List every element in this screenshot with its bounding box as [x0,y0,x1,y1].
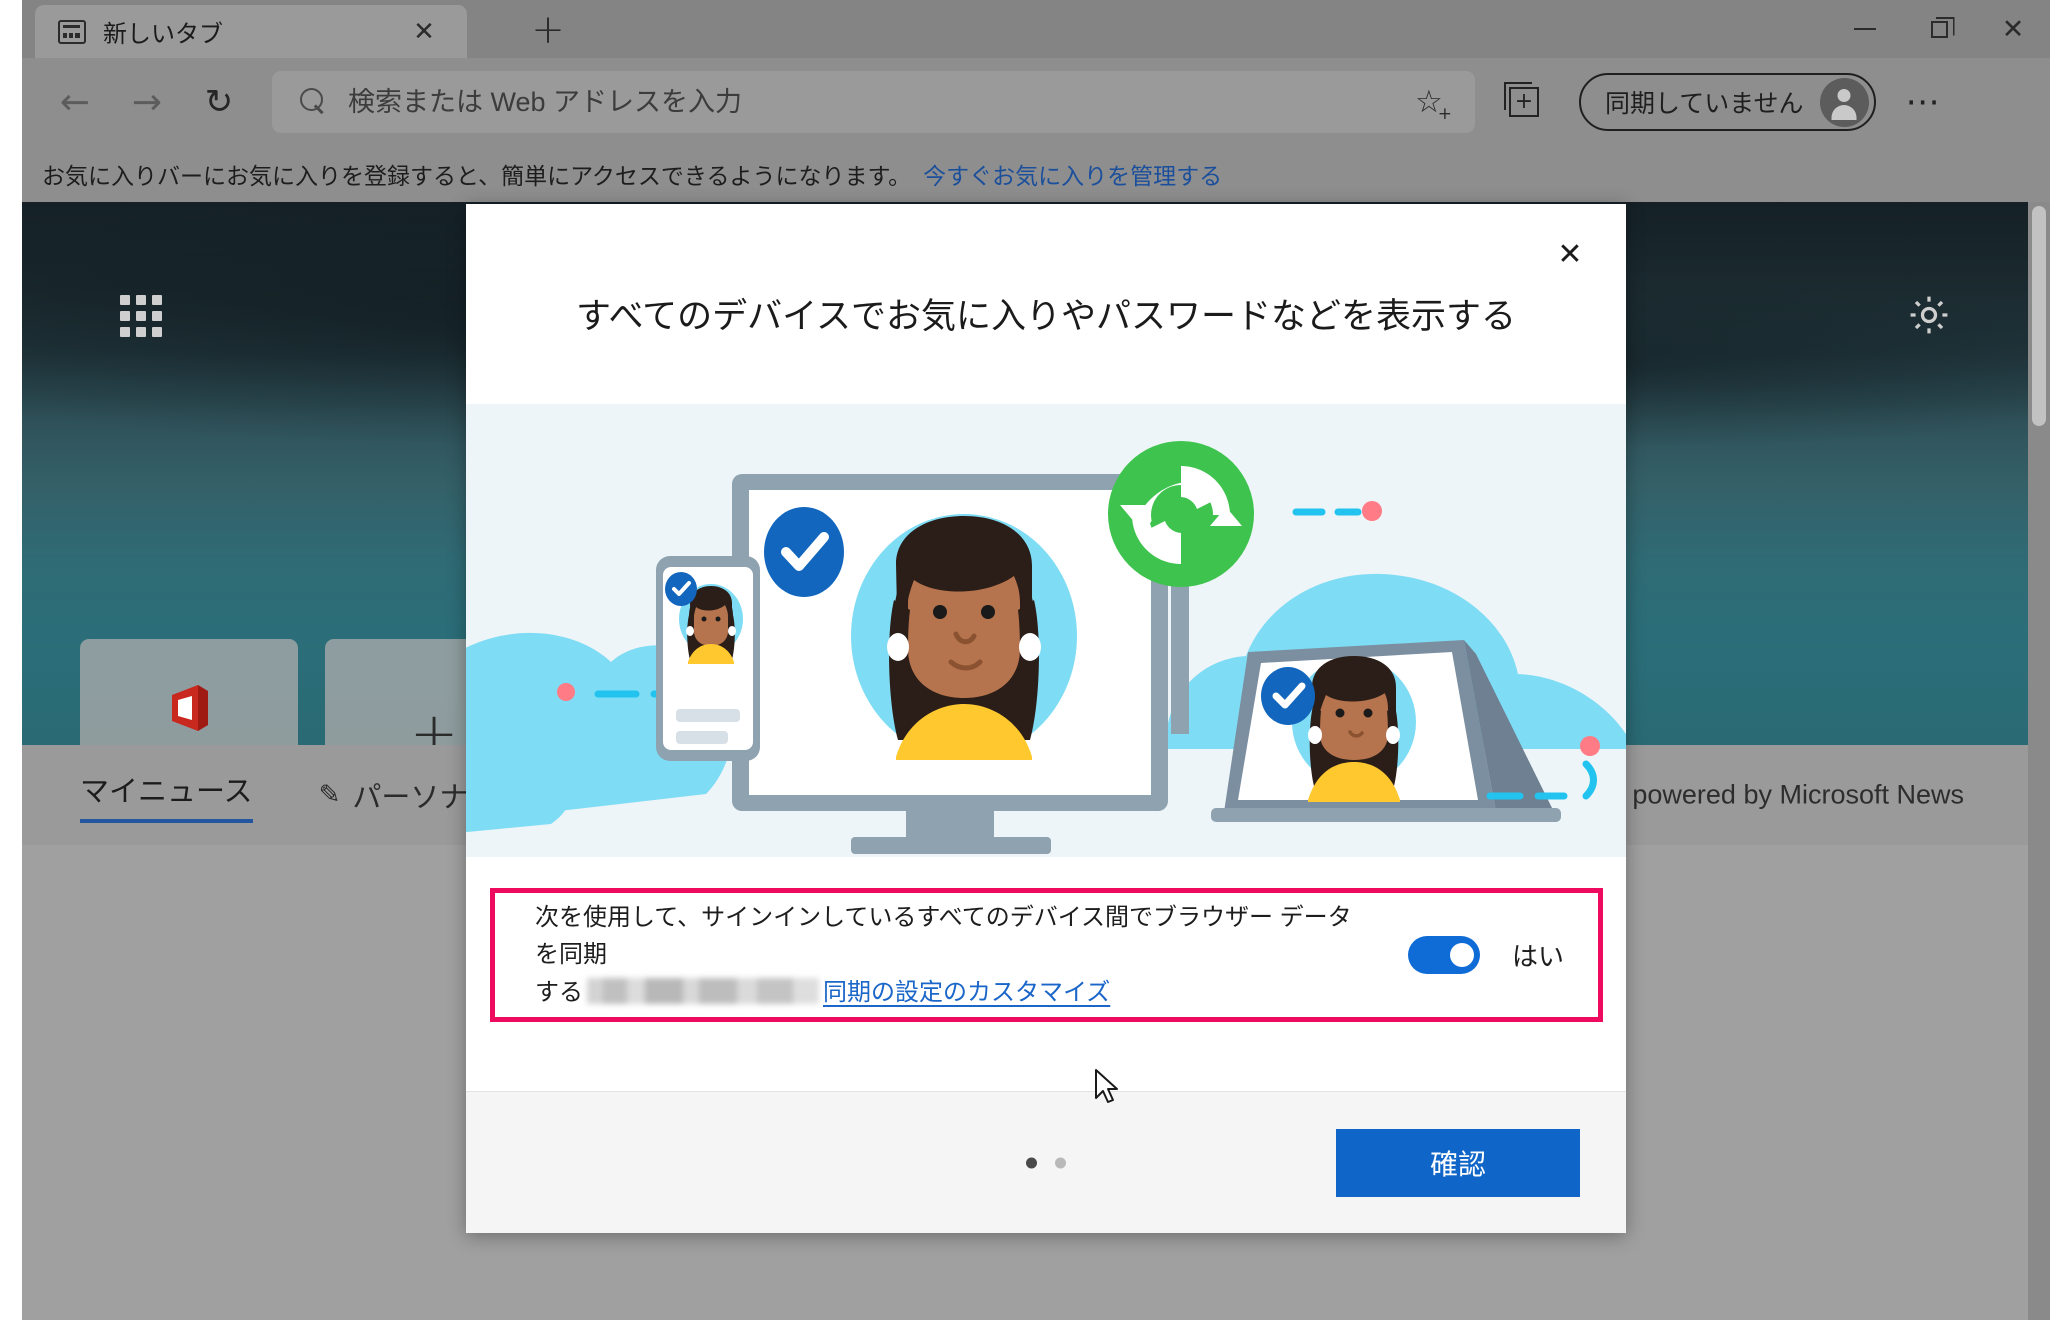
browser-toolbar: ← → ↻ ☆+ ☆ 同期していません ⋯ [22,58,2050,260]
title-bar: 新しいタブ ✕ + ✕ [22,0,2050,58]
collections-icon [1509,87,1539,117]
confirm-button[interactable]: 確認 [1336,1128,1580,1197]
restore-icon [1930,20,1948,38]
pencil-icon: ✎ [318,780,341,810]
close-icon[interactable]: ✕ [1546,230,1594,278]
profile-button[interactable]: 同期していません [1579,73,1876,131]
browser-tab[interactable]: 新しいタブ ✕ [35,5,467,58]
sync-devices-illustration [466,404,1626,857]
new-tab-button[interactable]: + [527,10,569,52]
sync-description-line2-prefix: する [535,978,583,1006]
favorites-bar-message: お気に入りバーにお気に入りを登録すると、簡単にアクセスできるようになります。 [42,163,912,189]
favorites-bar: お気に入りバーにお気に入りを登録すると、簡単にアクセスできるようになります。 今… [22,146,2050,202]
more-settings-button[interactable]: ⋯ [1896,74,1952,130]
close-icon[interactable]: ✕ [411,19,437,45]
dialog-footer: 確認 [466,1091,1626,1233]
back-button[interactable]: ← [44,71,106,133]
add-favorite-star-icon[interactable]: ☆ + [1415,85,1452,123]
page-dots [1026,1157,1066,1168]
gear-icon[interactable] [1906,292,1952,338]
search-input[interactable] [348,86,1415,118]
sync-toggle[interactable] [1408,936,1480,974]
window-close-button[interactable]: ✕ [1976,0,2050,58]
profile-status-label: 同期していません [1605,90,1804,118]
search-icon [300,88,328,116]
page-dot-2[interactable] [1055,1157,1066,1168]
screenshot-root: 新しいタブ ✕ + ✕ ← → ↻ ☆ [0,0,2050,1342]
reload-button[interactable]: ↻ [188,71,250,133]
sync-setup-dialog: ✕ すべてのデバイスでお気に入りやパスワードなどを表示する 次を使用して、サイン… [466,204,1626,1233]
maximize-button[interactable] [1902,0,1976,58]
powered-by-label: powered by Microsoft News [1632,779,1964,810]
window-controls: ✕ [1828,0,2050,58]
scrollbar-thumb[interactable] [2032,206,2046,426]
newtab-icon [58,19,86,44]
sync-toggle-label: はい [1511,941,1564,972]
page-scrollbar[interactable] [2028,202,2050,1320]
page-dot-1[interactable] [1026,1157,1037,1168]
sync-description: 次を使用して、サインインしているすべてのデバイス間でブラウザー データを同期 す… [535,899,1355,1011]
sync-description-line1: 次を使用して、サインインしているすべてのデバイス間でブラウザー データを同期 [535,904,1352,969]
minimize-icon [1854,28,1876,30]
collections-button[interactable] [1493,71,1555,133]
browser-window: 新しいタブ ✕ + ✕ ← → ↻ ☆ [22,0,2050,1320]
customize-sync-link[interactable]: 同期の設定のカスタマイズ [823,979,1110,1006]
tab-my-news[interactable]: マイニュース [80,768,253,823]
sync-settings-panel: 次を使用して、サインインしているすべてのデバイス間でブラウザー データを同期 す… [490,888,1603,1022]
tab-title: 新しいタブ [103,21,223,48]
apps-grid-icon[interactable] [120,295,162,337]
forward-button[interactable]: → [116,71,178,133]
redacted-account-email [587,977,819,1004]
dialog-title: すべてのデバイスでお気に入りやパスワードなどを表示する [575,297,1517,336]
person-avatar-icon [1819,77,1869,127]
office-logo [158,677,220,739]
address-bar[interactable]: ☆+ [272,71,1475,133]
manage-favorites-link[interactable]: 今すぐお気に入りを管理する [923,157,1222,191]
minimize-button[interactable] [1828,0,1902,58]
